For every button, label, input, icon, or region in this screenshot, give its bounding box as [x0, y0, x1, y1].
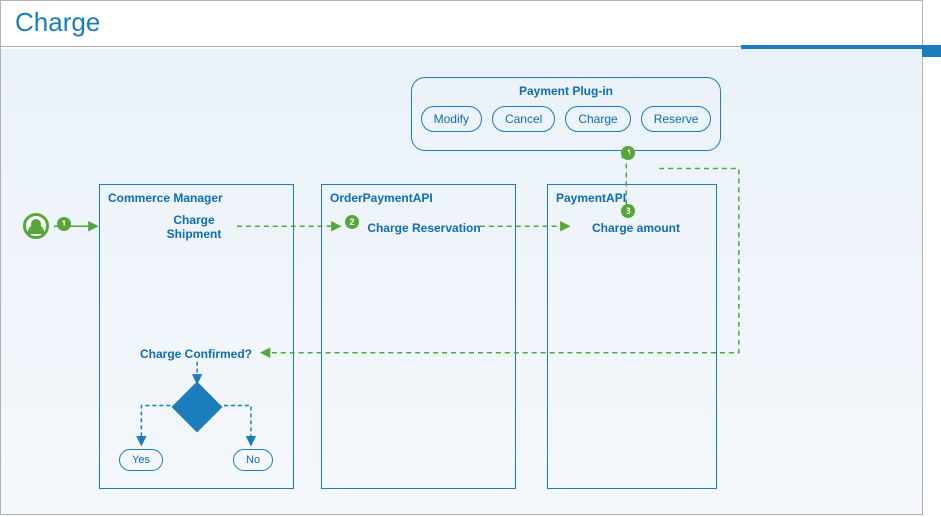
decision-yes: Yes	[119, 449, 163, 471]
step-badge-3: 3	[621, 204, 635, 218]
step-badge-2: 2	[345, 215, 359, 229]
plugin-container: Payment Plug-in Modify Cancel Charge Res…	[411, 77, 721, 151]
node-charge-confirmed-label: Charge Confirmed?	[140, 347, 252, 361]
node-charge-shipment-label: Charge Shipment	[167, 213, 222, 241]
decision-yes-label: Yes	[132, 454, 150, 466]
plugin-title: Payment Plug-in	[412, 78, 720, 98]
lane-commerce-title: Commerce Manager	[100, 185, 293, 211]
plugin-action-cancel: Cancel	[492, 106, 555, 132]
step-badge-4: 4	[621, 146, 635, 160]
node-charge-reservation-label: Charge Reservation	[367, 221, 480, 235]
diagram-canvas: Payment Plug-in Modify Cancel Charge Res…	[1, 49, 922, 514]
node-charge-amount: Charge amount	[576, 221, 696, 235]
plugin-action-charge: Charge	[565, 106, 630, 132]
node-charge-reservation: Charge Reservation	[359, 221, 489, 235]
step-badge-1: 1	[57, 217, 71, 231]
page-frame: Charge Payment Plug-in Modify Cancel Cha…	[0, 0, 923, 515]
lane-orderpay-title: OrderPaymentAPI	[322, 185, 515, 211]
node-charge-shipment: Charge Shipment	[149, 213, 239, 241]
plugin-actions-row: Modify Cancel Charge Reserve	[412, 98, 720, 144]
actor-user-icon	[23, 213, 49, 239]
node-charge-amount-label: Charge amount	[592, 221, 680, 235]
decision-no-label: No	[246, 454, 260, 466]
plugin-action-modify: Modify	[421, 106, 482, 132]
plugin-action-reserve: Reserve	[641, 106, 712, 132]
node-charge-confirmed: Charge Confirmed?	[131, 347, 261, 361]
decision-no: No	[233, 449, 273, 471]
page-title: Charge	[1, 1, 922, 47]
